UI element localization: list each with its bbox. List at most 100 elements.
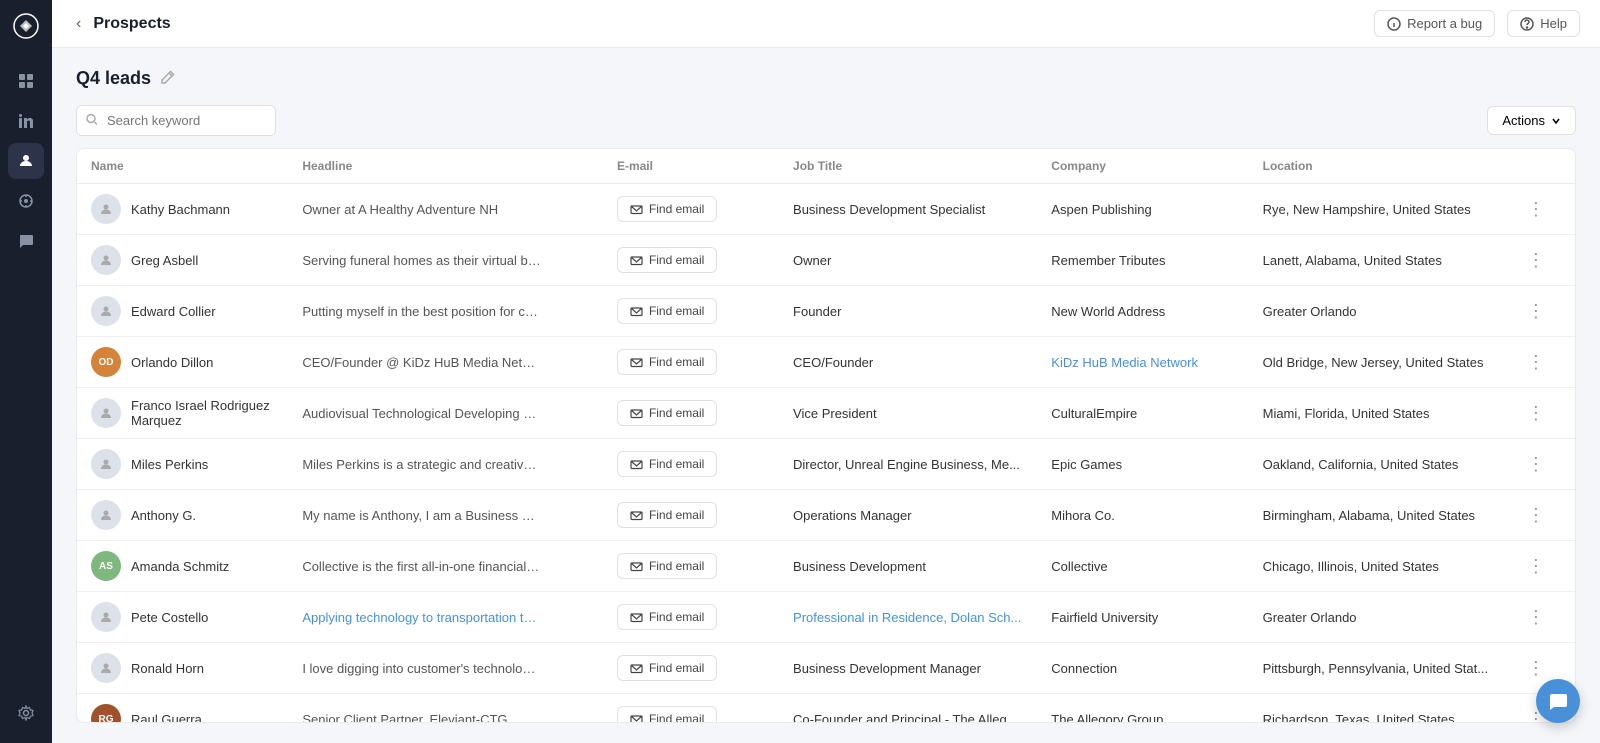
help-label: Help	[1540, 16, 1567, 31]
avatar	[91, 602, 121, 632]
email-cell: Find email	[603, 184, 779, 235]
company-link[interactable]: KiDz HuB Media Network	[1051, 355, 1198, 370]
actions-cell: ⋮	[1507, 388, 1575, 439]
report-bug-label: Report a bug	[1407, 16, 1482, 31]
company-cell: Remember Tributes	[1037, 235, 1248, 286]
find-email-button[interactable]: Find email	[617, 400, 717, 426]
email-cell: Find email	[603, 592, 779, 643]
find-email-button[interactable]: Find email	[617, 655, 717, 681]
find-email-button[interactable]: Find email	[617, 451, 717, 477]
table-row: Pete Costello Applying technology to tra…	[77, 592, 1575, 643]
find-email-button[interactable]: Find email	[617, 604, 717, 630]
job-cell: Co-Founder and Principal - The Alleg...	[779, 694, 1037, 724]
more-options-button[interactable]: ⋮	[1521, 248, 1551, 273]
avatar	[91, 194, 121, 224]
find-email-label: Find email	[649, 304, 704, 318]
search-icon	[86, 113, 98, 128]
location-cell: Greater Orlando	[1249, 592, 1507, 643]
actions-button[interactable]: Actions	[1487, 106, 1576, 135]
chat-bubble[interactable]	[1536, 679, 1580, 723]
more-options-button[interactable]: ⋮	[1521, 299, 1551, 324]
headline-cell: Serving funeral homes as their virtual b…	[288, 235, 603, 286]
actions-cell: ⋮	[1507, 439, 1575, 490]
actions-cell: ⋮	[1507, 541, 1575, 592]
name-cell: Pete Costello	[77, 592, 288, 643]
help-button[interactable]: Help	[1507, 10, 1580, 37]
avatar	[91, 296, 121, 326]
actions-cell: ⋮	[1507, 337, 1575, 388]
more-options-button[interactable]: ⋮	[1521, 452, 1551, 477]
company-cell: Connection	[1037, 643, 1248, 694]
name-cell: Ronald Horn	[77, 643, 288, 694]
sidebar-item-messages[interactable]	[8, 223, 44, 259]
job-cell: Business Development	[779, 541, 1037, 592]
headline-cell: CEO/Founder @ KiDz HuB Media Network | E…	[288, 337, 603, 388]
find-email-button[interactable]: Find email	[617, 298, 717, 324]
job-cell: CEO/Founder	[779, 337, 1037, 388]
find-email-button[interactable]: Find email	[617, 349, 717, 375]
more-options-button[interactable]: ⋮	[1521, 605, 1551, 630]
sidebar-item-campaigns[interactable]	[8, 183, 44, 219]
table-row: Anthony G. My name is Anthony, I am a Bu…	[77, 490, 1575, 541]
table-row: Kathy Bachmann Owner at A Healthy Advent…	[77, 184, 1575, 235]
more-options-button[interactable]: ⋮	[1521, 350, 1551, 375]
find-email-button[interactable]: Find email	[617, 502, 717, 528]
job-cell: Founder	[779, 286, 1037, 337]
avatar	[91, 398, 121, 428]
name-cell: Franco Israel Rodriguez Marquez	[77, 388, 288, 439]
headline-cell: Audiovisual Technological Developing Gro…	[288, 388, 603, 439]
email-cell: Find email	[603, 439, 779, 490]
sidebar-item-dashboard[interactable]	[8, 63, 44, 99]
email-cell: Find email	[603, 490, 779, 541]
avatar: AS	[91, 551, 121, 581]
name-cell: RG Raul Guerra	[77, 694, 288, 724]
find-email-label: Find email	[649, 457, 704, 471]
sidebar-item-linkedin[interactable]	[8, 103, 44, 139]
collapse-button[interactable]: ‹	[72, 11, 85, 37]
find-email-button[interactable]: Find email	[617, 196, 717, 222]
avatar: RG	[91, 704, 121, 723]
logo	[12, 12, 40, 43]
sidebar-item-settings[interactable]	[8, 695, 44, 731]
company-cell: Collective	[1037, 541, 1248, 592]
prospect-name: Edward Collier	[131, 304, 216, 319]
name-cell: Kathy Bachmann	[77, 184, 288, 235]
job-cell: Business Development Specialist	[779, 184, 1037, 235]
actions-cell: ⋮	[1507, 490, 1575, 541]
find-email-button[interactable]: Find email	[617, 553, 717, 579]
location-cell: Miami, Florida, United States	[1249, 388, 1507, 439]
avatar	[91, 449, 121, 479]
prospect-name: Greg Asbell	[131, 253, 198, 268]
more-options-button[interactable]: ⋮	[1521, 554, 1551, 579]
job-cell: Director, Unreal Engine Business, Me...	[779, 439, 1037, 490]
col-header-name: Name	[77, 149, 288, 184]
prospects-table: Name Headline E-mail Job Title Company L…	[77, 149, 1575, 723]
email-cell: Find email	[603, 694, 779, 724]
find-email-label: Find email	[649, 406, 704, 420]
sidebar-item-contacts[interactable]	[8, 143, 44, 179]
prospect-name: Pete Costello	[131, 610, 208, 625]
table-row: OD Orlando Dillon CEO/Founder @ KiDz HuB…	[77, 337, 1575, 388]
table-row: Miles Perkins Miles Perkins is a strateg…	[77, 439, 1575, 490]
search-input[interactable]	[76, 105, 276, 136]
find-email-button[interactable]: Find email	[617, 247, 717, 273]
prospect-name: Anthony G.	[131, 508, 196, 523]
actions-cell: ⋮	[1507, 235, 1575, 286]
find-email-button[interactable]: Find email	[617, 706, 717, 723]
headline-cell: I love digging into customer's technolog…	[288, 643, 603, 694]
more-options-button[interactable]: ⋮	[1521, 401, 1551, 426]
table-row: Franco Israel Rodriguez Marquez Audiovis…	[77, 388, 1575, 439]
name-cell: OD Orlando Dillon	[77, 337, 288, 388]
report-bug-button[interactable]: Report a bug	[1374, 10, 1495, 37]
table-row: RG Raul Guerra Senior Client Partner, El…	[77, 694, 1575, 724]
job-cell: Vice President	[779, 388, 1037, 439]
page-title: Prospects	[93, 15, 170, 33]
location-cell: Chicago, Illinois, United States	[1249, 541, 1507, 592]
more-options-button[interactable]: ⋮	[1521, 197, 1551, 222]
location-cell: Birmingham, Alabama, United States	[1249, 490, 1507, 541]
more-options-button[interactable]: ⋮	[1521, 656, 1551, 681]
find-email-label: Find email	[649, 712, 704, 723]
actions-cell: ⋮	[1507, 286, 1575, 337]
more-options-button[interactable]: ⋮	[1521, 503, 1551, 528]
edit-icon[interactable]	[161, 70, 175, 87]
